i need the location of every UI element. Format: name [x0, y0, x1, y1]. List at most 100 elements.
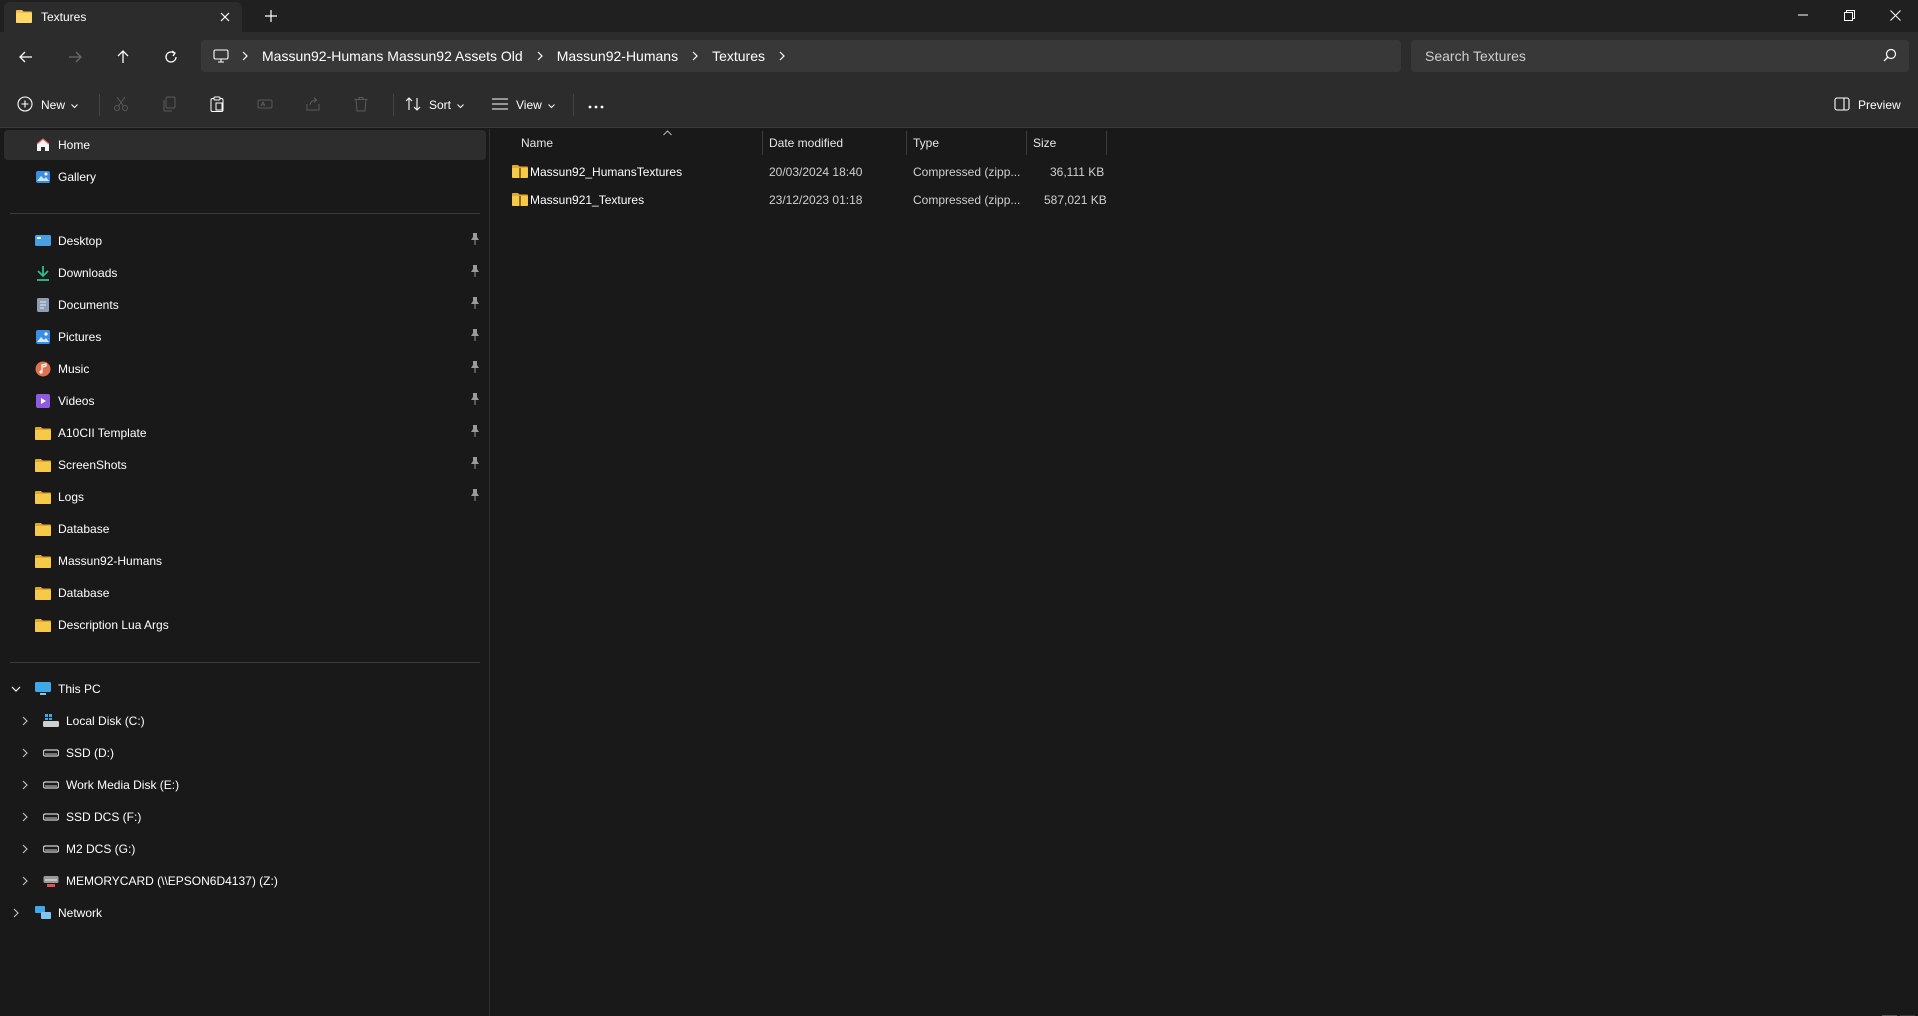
- sidebar-item-documents[interactable]: Documents: [34, 290, 486, 320]
- breadcrumb-item[interactable]: Textures: [712, 48, 765, 64]
- sidebar-item-label: Videos: [58, 394, 95, 408]
- view-label: View: [516, 98, 542, 112]
- restore-button[interactable]: [1829, 4, 1869, 26]
- chevron-right-icon[interactable]: [18, 810, 32, 824]
- view-toggle-icon[interactable]: [1882, 1010, 1916, 1016]
- sidebar-item-home[interactable]: Home: [4, 130, 486, 160]
- view-button[interactable]: View: [492, 92, 555, 118]
- file-size: 36,111 KB: [1050, 165, 1105, 179]
- pin-icon[interactable]: [470, 329, 480, 344]
- chevron-right-icon[interactable]: [9, 906, 23, 920]
- sidebar-item-logs[interactable]: Logs: [34, 482, 486, 512]
- table-row[interactable]: Massun921_Textures 23/12/2023 01:18 Comp…: [507, 187, 1607, 215]
- share-button[interactable]: [305, 92, 321, 118]
- breadcrumb-item[interactable]: Massun92-Humans Massun92 Assets Old: [262, 48, 523, 64]
- chevron-right-icon[interactable]: [687, 48, 703, 64]
- column-header-type[interactable]: Type: [913, 131, 939, 155]
- chevron-right-icon[interactable]: [532, 48, 548, 64]
- chevron-right-icon[interactable]: [18, 746, 32, 760]
- chevron-right-icon[interactable]: [18, 714, 32, 728]
- sidebar-item-label: Database: [58, 586, 110, 600]
- preview-button[interactable]: Preview: [1834, 92, 1901, 118]
- pin-icon[interactable]: [470, 457, 480, 472]
- sidebar-item-label: Music: [58, 362, 90, 376]
- sidebar-item-work-media-disk-e[interactable]: Work Media Disk (E:): [42, 770, 486, 800]
- sidebar-item-label: Pictures: [58, 330, 102, 344]
- sidebar-item-m2-dcs-g[interactable]: M2 DCS (G:): [42, 834, 486, 864]
- sidebar-item-downloads[interactable]: Downloads: [34, 258, 486, 288]
- address-bar[interactable]: Massun92-Humans Massun92 Assets Old Mass…: [201, 40, 1401, 72]
- pin-icon[interactable]: [470, 393, 480, 408]
- forward-button[interactable]: [62, 44, 88, 70]
- file-size: 587,021 KB: [1044, 193, 1107, 207]
- pin-icon[interactable]: [470, 297, 480, 312]
- column-header-date-modified[interactable]: Date modified: [769, 131, 843, 155]
- column-divider[interactable]: [1026, 131, 1027, 155]
- chevron-right-icon[interactable]: [18, 842, 32, 856]
- chevron-right-icon[interactable]: [18, 874, 32, 888]
- sidebar-item-gallery[interactable]: Gallery: [34, 162, 96, 192]
- close-window-button[interactable]: [1875, 4, 1915, 26]
- new-label: New: [41, 98, 66, 112]
- sidebar-item-screenshots[interactable]: ScreenShots: [34, 450, 486, 480]
- minimize-button[interactable]: [1783, 4, 1823, 26]
- column-header-size[interactable]: Size: [1033, 131, 1056, 155]
- cut-button[interactable]: [113, 92, 129, 118]
- paste-button[interactable]: [209, 92, 225, 118]
- sidebar-item-label: Local Disk (C:): [66, 714, 145, 728]
- sidebar-item-videos[interactable]: Videos: [34, 386, 486, 416]
- sidebar-item-desktop[interactable]: Desktop: [34, 226, 486, 256]
- column-header-name[interactable]: Name: [521, 130, 672, 155]
- refresh-button[interactable]: [158, 44, 184, 70]
- column-divider[interactable]: [906, 131, 907, 155]
- sidebar-item-this-pc[interactable]: This PC: [34, 674, 486, 704]
- file-date: 20/03/2024 18:40: [769, 165, 863, 179]
- sidebar-item-a10cii-template[interactable]: A10CII Template: [34, 418, 486, 448]
- sidebar-item-local-disk-c[interactable]: Local Disk (C:): [42, 706, 486, 736]
- title-bar: Textures: [0, 0, 1918, 32]
- sort-ascending-icon: [663, 125, 672, 139]
- chevron-right-icon[interactable]: [18, 778, 32, 792]
- sidebar-item-massun92-humans[interactable]: Massun92-Humans: [34, 546, 486, 576]
- folder-icon: [34, 456, 52, 474]
- sidebar-item-memorycard-z[interactable]: MEMORYCARD (\\EPSON6D4137) (Z:): [42, 866, 486, 896]
- table-row[interactable]: Massun92_HumansTextures 20/03/2024 18:40…: [507, 159, 1607, 187]
- tab-textures[interactable]: Textures: [4, 2, 242, 32]
- chevron-down-icon[interactable]: [9, 682, 23, 696]
- pin-icon[interactable]: [470, 265, 480, 280]
- chevron-right-icon[interactable]: [774, 48, 790, 64]
- pin-icon[interactable]: [470, 425, 480, 440]
- sidebar-item-label: MEMORYCARD (\\EPSON6D4137) (Z:): [66, 874, 278, 888]
- monitor-icon[interactable]: [213, 49, 229, 63]
- new-tab-button[interactable]: [262, 7, 280, 25]
- up-button[interactable]: [110, 44, 136, 70]
- pin-icon[interactable]: [470, 361, 480, 376]
- more-options-button[interactable]: [588, 92, 604, 118]
- sidebar-item-description-lua-args[interactable]: Description Lua Args: [34, 610, 486, 640]
- sidebar-item-label: M2 DCS (G:): [66, 842, 136, 856]
- sidebar-item-database-2[interactable]: Database: [34, 578, 486, 608]
- sort-button[interactable]: Sort: [405, 92, 464, 118]
- pin-icon[interactable]: [470, 489, 480, 504]
- new-button[interactable]: New: [17, 92, 78, 118]
- sidebar-item-ssd-dcs-f[interactable]: SSD DCS (F:): [42, 802, 486, 832]
- search-input[interactable]: Search Textures: [1411, 40, 1909, 72]
- delete-button[interactable]: [353, 92, 369, 118]
- sidebar-item-label: SSD (D:): [66, 746, 114, 760]
- pin-icon[interactable]: [470, 233, 480, 248]
- copy-button[interactable]: [161, 92, 177, 118]
- drive-icon: [42, 840, 60, 858]
- sidebar-item-network[interactable]: Network: [34, 898, 486, 928]
- chevron-right-icon[interactable]: [237, 48, 253, 64]
- close-tab-icon[interactable]: [216, 8, 234, 26]
- sidebar-item-ssd-d[interactable]: SSD (D:): [42, 738, 486, 768]
- breadcrumb-item[interactable]: Massun92-Humans: [557, 48, 678, 64]
- column-divider[interactable]: [1106, 131, 1107, 155]
- back-button[interactable]: [13, 44, 39, 70]
- file-name: Massun921_Textures: [530, 193, 645, 207]
- rename-button[interactable]: [257, 92, 273, 118]
- sidebar-item-database[interactable]: Database: [34, 514, 486, 544]
- column-divider[interactable]: [762, 131, 763, 155]
- sidebar-item-pictures[interactable]: Pictures: [34, 322, 486, 352]
- sidebar-item-music[interactable]: Music: [34, 354, 486, 384]
